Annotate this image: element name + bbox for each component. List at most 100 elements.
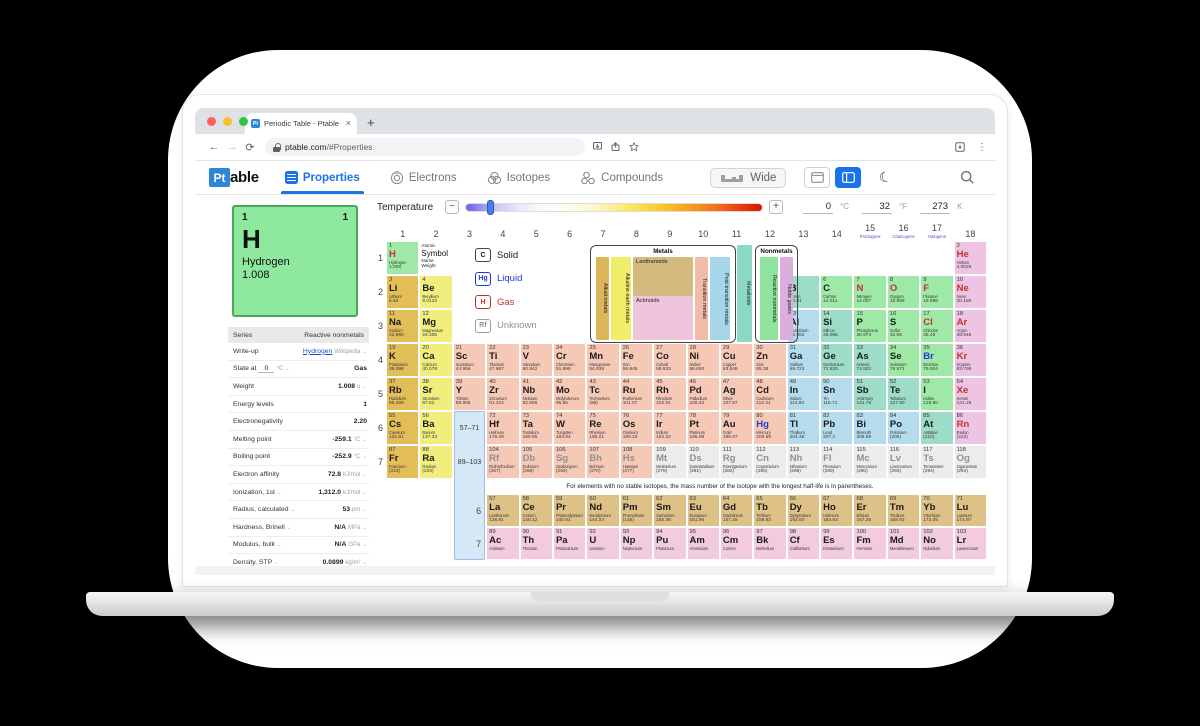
element-cell[interactable]: 4BeBeryllium9.0122: [419, 275, 452, 309]
chevron-down-icon[interactable]: ⌄: [362, 542, 367, 548]
category-post-transition[interactable]: Post-transition metals: [710, 257, 730, 340]
element-cell[interactable]: 107BhBohrium(270): [586, 445, 619, 479]
element-cell[interactable]: 24CrChromium51.996: [553, 343, 586, 377]
chevron-down-icon[interactable]: ⌄: [362, 349, 367, 355]
element-cell[interactable]: 85AtAstatine(210): [920, 411, 953, 445]
celsius-input[interactable]: 0: [803, 201, 833, 214]
element-cell[interactable]: 10NeNeon20.180: [954, 275, 987, 309]
element-cell[interactable]: 60NdNeodymium144.24: [586, 494, 619, 527]
element-cell[interactable]: 67HoHolmium164.93: [820, 494, 853, 527]
element-cell[interactable]: 65TbTerbium158.93: [753, 494, 786, 527]
ptable-logo[interactable]: Pt able: [209, 168, 259, 187]
element-cell[interactable]: 82PbLead207.2: [820, 411, 853, 445]
search-icon[interactable]: [960, 170, 975, 185]
element-cell[interactable]: 57LaLanthanum138.91: [486, 494, 519, 527]
element-cell[interactable]: 64GdGadolinium157.25: [720, 494, 753, 527]
element-cell[interactable]: 97BkBerkelium: [753, 527, 786, 560]
element-cell[interactable]: 19KPotassium39.098: [386, 343, 419, 377]
close-window-button[interactable]: [207, 117, 216, 126]
element-cell[interactable]: 16SSulfur32.06: [887, 309, 920, 343]
category-metalloids[interactable]: Metalloids: [737, 245, 752, 342]
element-cell[interactable]: 108HsHassium(277): [620, 445, 653, 479]
element-cell[interactable]: 77IrIridium192.22: [653, 411, 686, 445]
category-alkaline-earth[interactable]: Alkaline earth metals: [611, 257, 631, 340]
maximize-window-button[interactable]: [239, 117, 248, 126]
sidebar-layout-button[interactable]: [835, 167, 861, 188]
element-cell[interactable]: 74WTungsten183.84: [553, 411, 586, 445]
chevron-down-icon[interactable]: ⌄: [285, 366, 290, 372]
element-cell[interactable]: 70YbYtterbium173.05: [920, 494, 953, 527]
element-cell[interactable]: 41NbNiobium92.906: [520, 377, 553, 411]
element-cell[interactable]: 11NaSodium22.990: [386, 309, 419, 343]
element-cell[interactable]: 42MoMolybdenum95.95: [553, 377, 586, 411]
element-cell[interactable]: 112CnCopernicium(285): [753, 445, 786, 479]
url-bar[interactable]: ptable.com/#Properties: [265, 138, 585, 156]
element-cell[interactable]: 61PmPromethium(145): [620, 494, 653, 527]
element-cell[interactable]: 47AgSilver107.87: [720, 377, 753, 411]
selected-element-card[interactable]: 1 1 H Hydrogen 1.008: [232, 205, 358, 317]
property-inline-input[interactable]: 0: [258, 365, 274, 373]
element-cell[interactable]: 91PaProtactinium: [553, 527, 586, 560]
chevron-down-icon[interactable]: ⌄: [362, 507, 367, 513]
tab-compounds[interactable]: Compounds: [580, 161, 663, 194]
element-cell[interactable]: 92UUranium: [586, 527, 619, 560]
element-cell[interactable]: 86RnRadon(222): [954, 411, 987, 445]
element-cell[interactable]: 96CmCurium: [720, 527, 753, 560]
chevron-down-icon[interactable]: ⌄: [277, 542, 282, 548]
element-cell[interactable]: 28NiNickel58.693: [687, 343, 720, 377]
element-cell[interactable]: 48CdCadmium112.41: [753, 377, 786, 411]
new-tab-button[interactable]: +: [367, 115, 375, 130]
category-transition-metals[interactable]: Transition metals: [695, 257, 708, 340]
card-layout-button[interactable]: [804, 167, 830, 188]
chevron-down-icon[interactable]: ⌄: [291, 507, 296, 513]
element-cell[interactable]: 40ZrZirconium91.224: [486, 377, 519, 411]
element-cell[interactable]: 111RgRoentgenium(282): [720, 445, 753, 479]
tab-properties[interactable]: Properties: [285, 161, 360, 194]
element-cell[interactable]: 84PoPolonium(209): [887, 411, 920, 445]
share-icon[interactable]: [611, 142, 620, 151]
temperature-plus-button[interactable]: +: [769, 200, 783, 214]
element-cell[interactable]: 46PdPalladium106.42: [687, 377, 720, 411]
element-cell[interactable]: 73TaTantalum180.95: [520, 411, 553, 445]
element-cell[interactable]: 104RfRutherfordium(267): [486, 445, 519, 479]
element-cell[interactable]: 6CCarbon12.011: [820, 275, 853, 309]
element-cell[interactable]: 20CaCalcium40.078: [419, 343, 452, 377]
element-cell[interactable]: 44RuRuthenium101.07: [620, 377, 653, 411]
element-cell[interactable]: 110DsDarmstadtium(281): [687, 445, 720, 479]
minimize-window-button[interactable]: [223, 117, 232, 126]
chevron-down-icon[interactable]: ⌄: [362, 525, 367, 531]
temperature-minus-button[interactable]: −: [445, 200, 459, 214]
element-cell[interactable]: 106SgSeaborgium(269): [553, 445, 586, 479]
element-cell[interactable]: 80HgMercury200.59: [753, 411, 786, 445]
browser-tab[interactable]: Pt Periodic Table - Ptable ×: [245, 113, 357, 134]
element-cell[interactable]: 76OsOsmium190.23: [620, 411, 653, 445]
element-cell[interactable]: 100FmFermium: [853, 527, 886, 560]
element-cell[interactable]: 36KrKrypton83.798: [954, 343, 987, 377]
element-cell[interactable]: 53IIodine126.90: [920, 377, 953, 411]
element-cell[interactable]: 69TmThulium168.93: [887, 494, 920, 527]
element-cell[interactable]: 17ClChlorine35.45: [920, 309, 953, 343]
chevron-down-icon[interactable]: ⌄: [362, 384, 367, 390]
temperature-slider-thumb[interactable]: [487, 200, 494, 215]
element-cell[interactable]: 116LvLivermorium(293): [887, 445, 920, 479]
element-cell[interactable]: 87FrFrancium(223): [386, 445, 419, 479]
element-cell[interactable]: 31GaGallium69.723: [787, 343, 820, 377]
fahrenheit-input[interactable]: 32: [862, 201, 892, 214]
element-cell[interactable]: 118OgOganesson(294): [954, 445, 987, 479]
element-cell[interactable]: 15PPhosphorus30.974: [853, 309, 886, 343]
chevron-down-icon[interactable]: ⌄: [362, 490, 367, 496]
element-cell[interactable]: 83BiBismuth208.98: [853, 411, 886, 445]
element-cell[interactable]: 18ArArgon39.948: [954, 309, 987, 343]
category-reactive-nonmetals[interactable]: Reactive nonmetals: [760, 257, 778, 340]
element-cell[interactable]: 52TeTellurium127.60: [887, 377, 920, 411]
element-cell[interactable]: 68ErErbium167.26: [853, 494, 886, 527]
element-cell[interactable]: 38SrStrontium87.62: [419, 377, 452, 411]
element-cell[interactable]: 114FlFlerovium(289): [820, 445, 853, 479]
element-cell[interactable]: 54XeXenon131.29: [954, 377, 987, 411]
chevron-down-icon[interactable]: ⌄: [362, 454, 367, 460]
tab-isotopes[interactable]: Isotopes: [487, 161, 550, 194]
element-cell[interactable]: 94PuPlutonium: [653, 527, 686, 560]
property-value[interactable]: Hydrogen: [303, 348, 332, 355]
chevron-down-icon[interactable]: ⌄: [287, 525, 292, 531]
element-cell[interactable]: 95AmAmericium: [687, 527, 720, 560]
